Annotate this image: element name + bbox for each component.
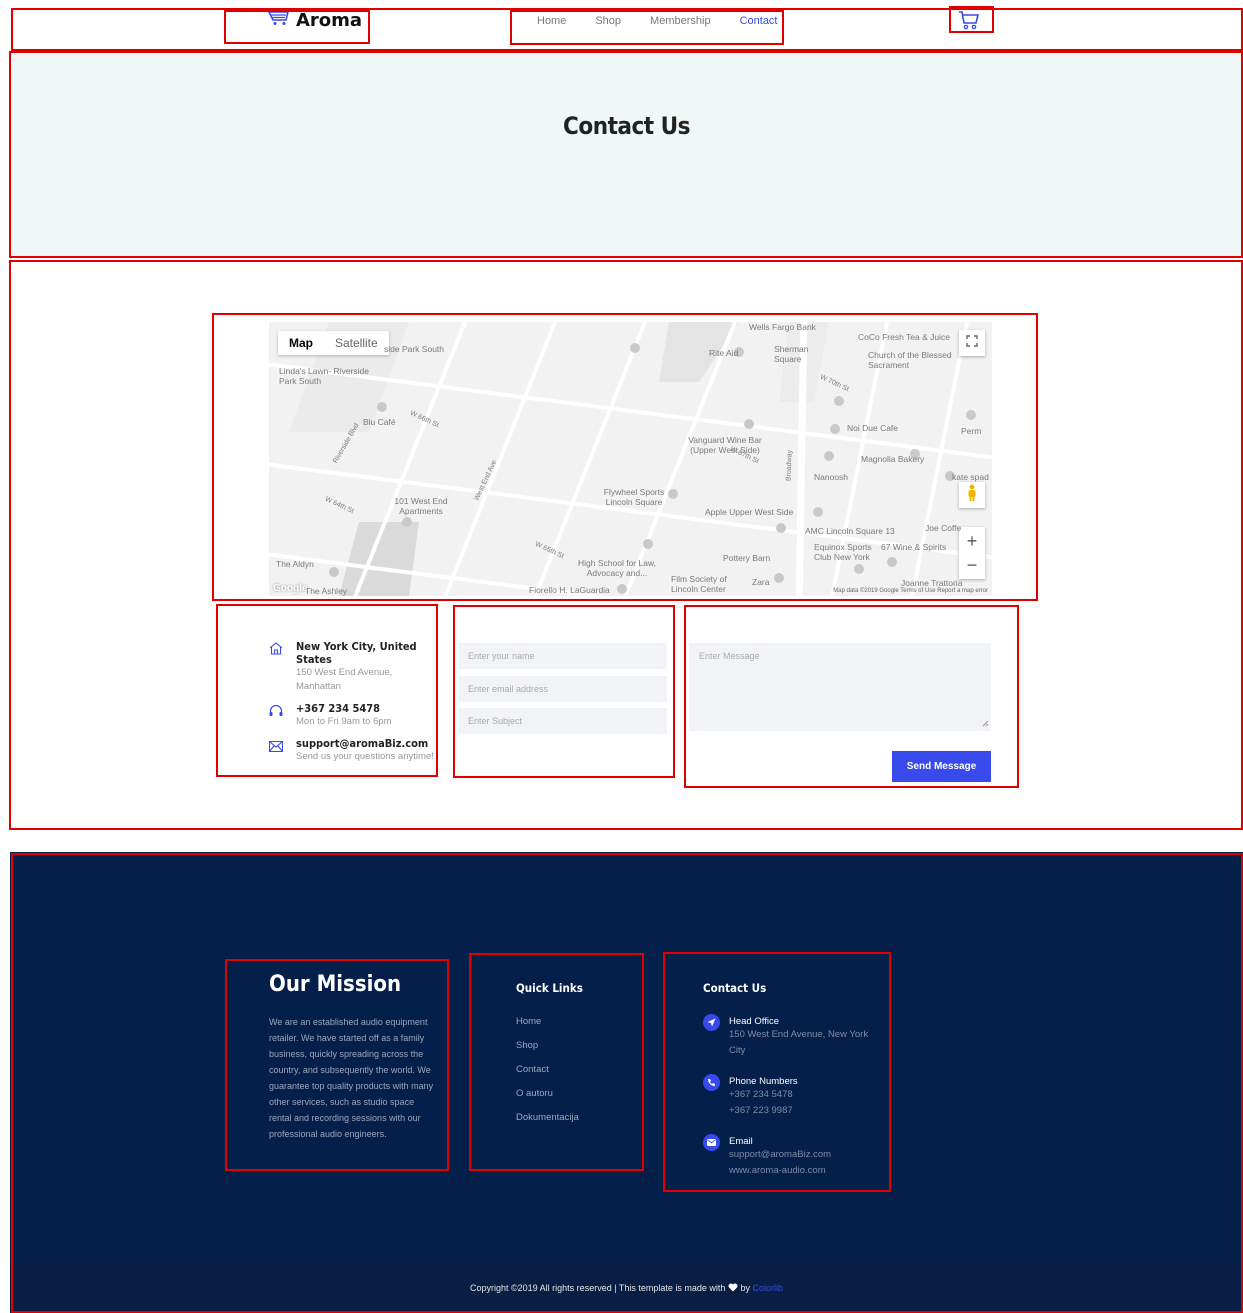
highlight-box [949, 6, 994, 33]
highlight-box [216, 604, 438, 777]
highlight-box [469, 953, 644, 1171]
highlight-box [9, 51, 1243, 258]
highlight-box [224, 10, 370, 44]
highlight-box [684, 605, 1019, 788]
highlight-box [510, 10, 784, 45]
highlight-box [663, 952, 891, 1192]
highlight-box [453, 605, 675, 778]
highlight-box [225, 959, 449, 1171]
highlight-box [212, 313, 1038, 601]
